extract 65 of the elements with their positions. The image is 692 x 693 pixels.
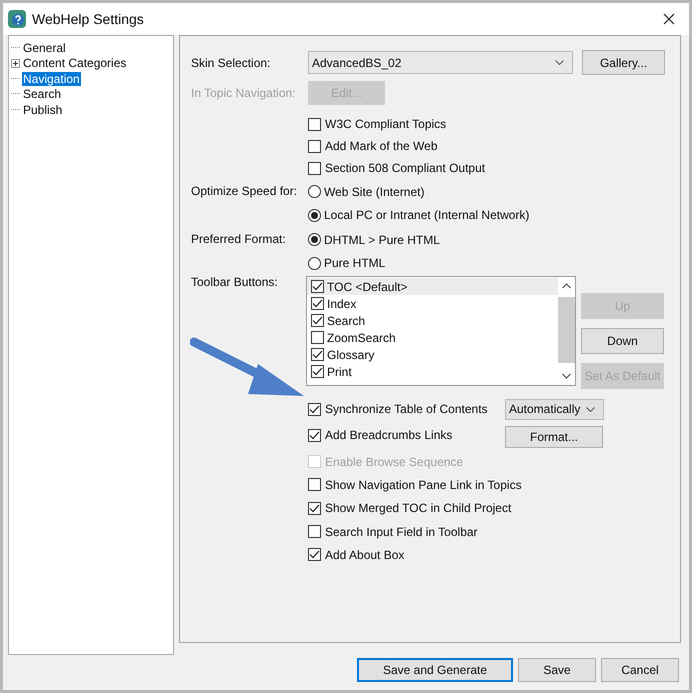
radio-label: Pure HTML: [324, 256, 386, 270]
field-label: In Topic Navigation:: [191, 86, 297, 100]
dialog-button[interactable]: Save and Generate: [357, 658, 513, 682]
checkbox[interactable]: [308, 548, 321, 562]
tree-item[interactable]: General: [22, 40, 67, 55]
move-button[interactable]: Down: [581, 328, 664, 354]
field-label: Preferred Format:: [191, 231, 287, 248]
checkbox[interactable]: [311, 365, 324, 378]
scroll-down-icon[interactable]: [562, 373, 571, 379]
radio-button[interactable]: [308, 233, 321, 246]
checkbox-label: Add Breadcrumbs Links: [325, 428, 454, 442]
tree-item[interactable]: Navigation: [22, 72, 81, 86]
checkbox[interactable]: [308, 428, 321, 442]
checkbox-label: Synchronize Table of Contents: [325, 402, 489, 416]
list-item[interactable]: Index: [307, 295, 558, 312]
list-item[interactable]: Search: [307, 312, 558, 329]
tree-item[interactable]: Content Categories: [22, 56, 128, 70]
tree-item[interactable]: Publish: [22, 102, 64, 117]
list-item[interactable]: Glossary: [307, 346, 558, 363]
checkbox[interactable]: [311, 280, 324, 293]
caret-icon: [586, 406, 595, 412]
checkbox-label: Show Navigation Pane Link in Topics: [325, 478, 522, 492]
checkbox[interactable]: [308, 502, 321, 515]
radio-button[interactable]: [308, 185, 321, 198]
list-item[interactable]: Print: [307, 363, 558, 380]
checkbox[interactable]: [308, 140, 321, 152]
checkbox-label: Add Mark of the Web: [325, 139, 438, 153]
scroll-up-icon[interactable]: [562, 283, 571, 289]
sync-mode-dropdown[interactable]: Automatically: [505, 398, 604, 420]
radio-button[interactable]: [308, 208, 321, 222]
checkbox-label: Search Input Field in Toolbar: [325, 524, 478, 539]
checkbox-label: Show Merged TOC in Child Project: [325, 501, 512, 516]
field-label: Skin Selection:: [191, 56, 272, 70]
checkbox[interactable]: [311, 297, 324, 310]
caret-icon: [555, 60, 564, 65]
checkbox[interactable]: [308, 525, 321, 538]
gallery-button[interactable]: Gallery...: [582, 50, 665, 75]
format-button[interactable]: Format...: [505, 426, 603, 448]
list-item[interactable]: TOC <Default>: [307, 278, 558, 295]
dialog-button[interactable]: Cancel: [601, 658, 679, 682]
checkbox[interactable]: [308, 478, 321, 492]
checkbox-label: Section 508 Compliant Output: [325, 161, 486, 175]
expand-icon[interactable]: [11, 58, 20, 68]
checkbox[interactable]: [311, 348, 324, 361]
field-label: Optimize Speed for:: [191, 183, 298, 200]
radio-label: DHTML > Pure HTML: [324, 232, 440, 247]
radio-label: Web Site (Internet): [324, 184, 424, 199]
tree-item[interactable]: Search: [22, 87, 62, 102]
checkbox[interactable]: [308, 402, 321, 416]
radio-label: Local PC or Intranet (Internal Network): [324, 208, 530, 222]
field-label: Toolbar Buttons:: [191, 275, 279, 289]
checkbox-label: W3C Compliant Topics: [325, 117, 446, 131]
checkbox-label: Enable Browse Sequence: [325, 454, 464, 469]
close-icon[interactable]: [663, 13, 675, 25]
checkbox-label: Add About Box: [325, 548, 404, 562]
window-title: WebHelp Settings: [32, 11, 145, 27]
skin-dropdown[interactable]: AdvancedBS_02: [308, 51, 573, 74]
checkbox[interactable]: [308, 118, 321, 130]
checkbox[interactable]: [311, 314, 324, 327]
checkbox[interactable]: [311, 331, 324, 344]
list-item[interactable]: ZoomSearch: [307, 329, 558, 346]
checkbox[interactable]: [308, 162, 321, 174]
app-logo-icon: [8, 10, 26, 28]
radio-button[interactable]: [308, 256, 321, 270]
dialog-button[interactable]: Save: [518, 658, 596, 682]
